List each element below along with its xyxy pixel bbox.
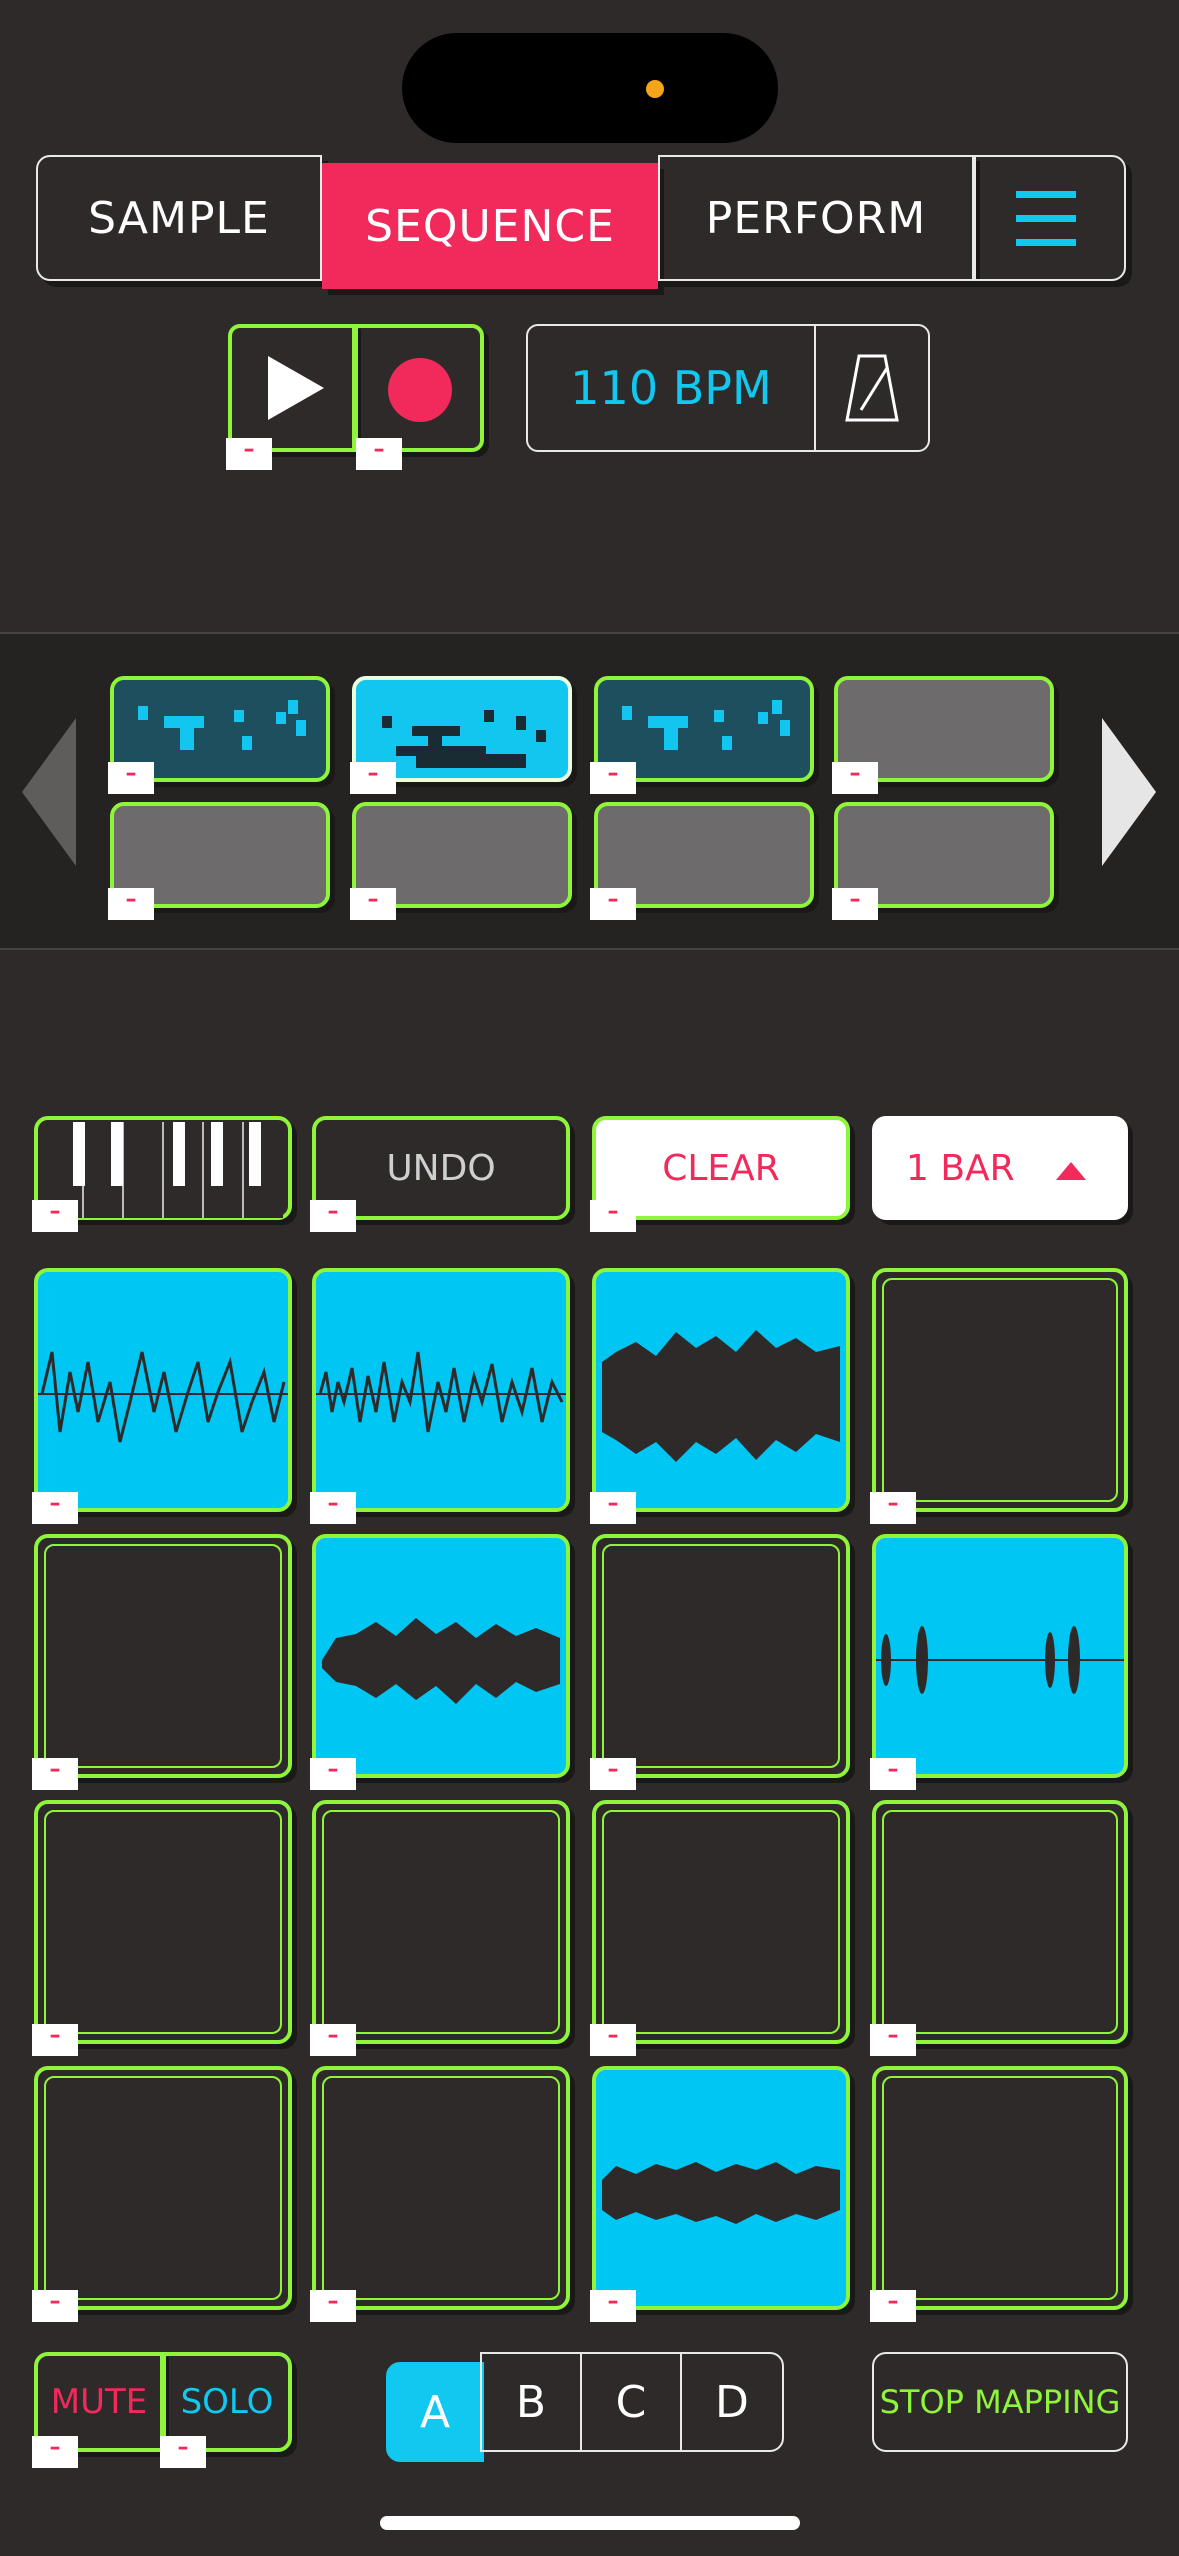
sample-pad-empty[interactable]	[592, 1534, 850, 1778]
sample-pad[interactable]	[592, 2066, 850, 2310]
sample-pad-empty[interactable]	[34, 2066, 292, 2310]
sample-pad-empty[interactable]	[312, 1800, 570, 2044]
remove-mapping-button[interactable]: –	[226, 438, 272, 470]
remove-mapping-button[interactable]: –	[590, 1200, 636, 1232]
tab-sequence[interactable]: SEQUENCE	[322, 163, 658, 289]
remove-mapping-button[interactable]: –	[32, 2290, 78, 2322]
remove-mapping-button[interactable]: –	[590, 2024, 636, 2056]
bank-d-button[interactable]: D	[680, 2352, 784, 2452]
caret-up-icon	[1056, 1162, 1086, 1180]
remove-mapping-button[interactable]: –	[310, 1200, 356, 1232]
piano-keys-icon	[43, 1122, 283, 1218]
remove-mapping-button[interactable]: –	[590, 1492, 636, 1524]
menu-button[interactable]	[974, 155, 1126, 281]
sample-pad-empty[interactable]	[872, 1800, 1128, 2044]
remove-mapping-button[interactable]: –	[108, 888, 154, 920]
remove-mapping-button[interactable]: –	[832, 888, 878, 920]
play-icon	[268, 356, 324, 420]
remove-mapping-button[interactable]: –	[870, 1758, 916, 1790]
divider	[0, 632, 1179, 634]
waveform	[316, 1351, 566, 1433]
remove-mapping-button[interactable]: –	[350, 888, 396, 920]
waveform	[602, 1330, 840, 1462]
remove-mapping-button[interactable]: –	[870, 2290, 916, 2322]
bpm-display[interactable]: 110 BPM	[526, 324, 816, 452]
remove-mapping-button[interactable]: –	[590, 1758, 636, 1790]
arrow-right-icon[interactable]	[1102, 718, 1158, 868]
sample-pad[interactable]	[312, 1268, 570, 1512]
sample-pad[interactable]	[34, 1268, 292, 1512]
remove-mapping-button[interactable]: –	[32, 1200, 78, 1232]
dynamic-island	[402, 33, 778, 143]
bank-b-button[interactable]: B	[480, 2352, 582, 2452]
home-indicator[interactable]	[380, 2516, 800, 2530]
sample-pad[interactable]	[872, 1534, 1128, 1778]
sample-pad-empty[interactable]	[34, 1534, 292, 1778]
waveform	[602, 2162, 840, 2224]
sample-pad-empty[interactable]	[872, 2066, 1128, 2310]
metronome-button[interactable]	[814, 324, 930, 452]
sample-pad-empty[interactable]	[34, 1800, 292, 2044]
sample-pad-empty[interactable]	[872, 1268, 1128, 1512]
remove-mapping-button[interactable]: –	[310, 1492, 356, 1524]
sample-pad[interactable]	[592, 1268, 850, 1512]
remove-mapping-button[interactable]: –	[356, 438, 402, 470]
remove-mapping-button[interactable]: –	[32, 2436, 78, 2468]
stop-mapping-button[interactable]: STOP MAPPING	[872, 2352, 1128, 2452]
bank-a-button[interactable]: A	[386, 2362, 484, 2462]
remove-mapping-button[interactable]: –	[310, 2024, 356, 2056]
record-icon	[388, 358, 452, 422]
remove-mapping-button[interactable]: –	[350, 762, 396, 794]
remove-mapping-button[interactable]: –	[32, 1758, 78, 1790]
bar-length-select[interactable]: 1 BAR	[872, 1116, 1128, 1220]
remove-mapping-button[interactable]: –	[590, 762, 636, 794]
metronome-icon	[845, 354, 899, 422]
sample-pad-empty[interactable]	[312, 2066, 570, 2310]
arrow-left-icon[interactable]	[22, 718, 78, 868]
hamburger-icon	[976, 157, 1124, 279]
remove-mapping-button[interactable]: –	[108, 762, 154, 794]
remove-mapping-button[interactable]: –	[310, 2290, 356, 2322]
remove-mapping-button[interactable]: –	[32, 2024, 78, 2056]
sample-pad-empty[interactable]	[592, 1800, 850, 2044]
waveform	[322, 1618, 560, 1704]
remove-mapping-button[interactable]: –	[590, 888, 636, 920]
divider	[0, 948, 1179, 950]
camera-indicator	[646, 80, 664, 98]
waveform	[876, 1626, 1124, 1694]
remove-mapping-button[interactable]: –	[160, 2436, 206, 2468]
sample-pad[interactable]	[312, 1534, 570, 1778]
bank-c-button[interactable]: C	[580, 2352, 682, 2452]
remove-mapping-button[interactable]: –	[832, 762, 878, 794]
remove-mapping-button[interactable]: –	[32, 1492, 78, 1524]
remove-mapping-button[interactable]: –	[310, 1758, 356, 1790]
tab-sample[interactable]: SAMPLE	[36, 155, 322, 281]
remove-mapping-button[interactable]: –	[870, 2024, 916, 2056]
remove-mapping-button[interactable]: –	[590, 2290, 636, 2322]
waveform	[38, 1351, 288, 1443]
play-button[interactable]: –	[226, 324, 356, 470]
tab-perform[interactable]: PERFORM	[658, 155, 974, 281]
record-button[interactable]: –	[354, 324, 484, 470]
remove-mapping-button[interactable]: –	[870, 1492, 916, 1524]
